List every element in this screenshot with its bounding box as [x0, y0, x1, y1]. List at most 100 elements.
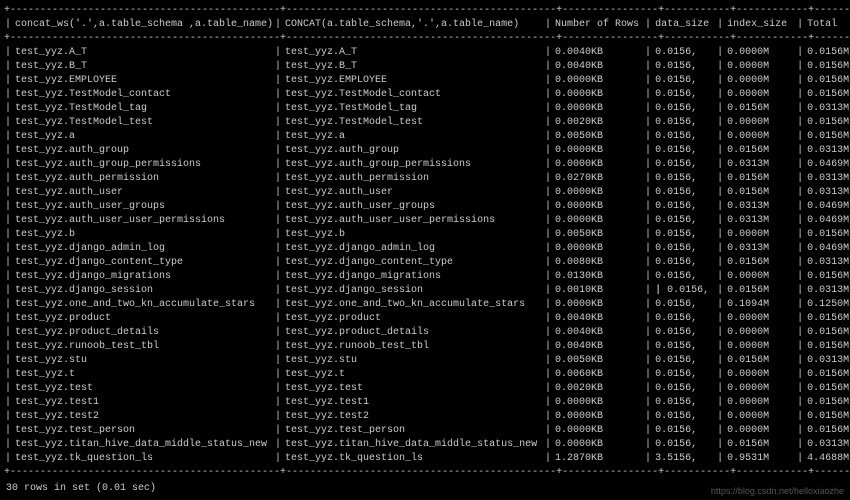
pipe-icon: | — [644, 186, 652, 200]
pipe-icon: | — [4, 368, 12, 382]
pipe-icon: | — [274, 438, 282, 452]
cell-name1: test_yyz.product — [12, 312, 274, 326]
cell-name1: test_yyz.test_person — [12, 424, 274, 438]
pipe-icon: | — [716, 270, 724, 284]
pipe-icon: | — [796, 74, 804, 88]
cell-data-size: 0.0156, — [652, 200, 716, 214]
cell-data-size: 0.0156, — [652, 368, 716, 382]
cell-data-size: 0.0156, — [652, 88, 716, 102]
cell-rows: 0.0020KB — [552, 116, 644, 130]
cell-rows: 0.0000KB — [552, 242, 644, 256]
table-row: |test_yyz.django_migrations|test_yyz.dja… — [4, 270, 846, 284]
pipe-icon: | — [796, 242, 804, 256]
cell-rows: 0.0000KB — [552, 298, 644, 312]
cell-index-size: 0.0156M — [724, 102, 796, 116]
pipe-icon: | — [796, 382, 804, 396]
cell-name2: test_yyz.auth_user_groups — [282, 200, 544, 214]
pipe-icon: | — [544, 312, 552, 326]
table-row: |test_yyz.TestModel_test|test_yyz.TestMo… — [4, 116, 846, 130]
pipe-icon: | — [544, 186, 552, 200]
cell-name2: test_yyz.auth_user_user_permissions — [282, 214, 544, 228]
pipe-icon: | — [716, 214, 724, 228]
cell-name1: test_yyz.test2 — [12, 410, 274, 424]
cell-data-size: 0.0156, — [652, 340, 716, 354]
cell-name1: test_yyz.django_admin_log — [12, 242, 274, 256]
cell-name2: test_yyz.A_T — [282, 46, 544, 60]
pipe-icon: | — [644, 60, 652, 74]
cell-data-size: 0.0156, — [652, 396, 716, 410]
pipe-icon: | — [544, 88, 552, 102]
pipe-icon: | — [796, 354, 804, 368]
cell-name1: test_yyz.tk_question_ls — [12, 452, 274, 466]
pipe-icon: | — [796, 452, 804, 466]
cell-rows: 0.0000KB — [552, 200, 644, 214]
cell-index-size: 0.0000M — [724, 312, 796, 326]
cell-data-size: | 0.0156, — [652, 284, 716, 298]
cell-rows: 0.0000KB — [552, 102, 644, 116]
table-divider-bottom: +---------------------------------------… — [4, 466, 846, 480]
cell-rows: 0.0000KB — [552, 186, 644, 200]
cell-index-size: 0.0313M — [724, 200, 796, 214]
pipe-icon: | — [644, 354, 652, 368]
cell-data-size: 0.0156, — [652, 256, 716, 270]
table-row: |test_yyz.auth_permission|test_yyz.auth_… — [4, 172, 846, 186]
pipe-icon: | — [644, 396, 652, 410]
table-row: |test_yyz.EMPLOYEE|test_yyz.EMPLOYEE|0.0… — [4, 74, 846, 88]
pipe-icon: | — [274, 326, 282, 340]
table-row: |test_yyz.TestModel_tag|test_yyz.TestMod… — [4, 102, 846, 116]
cell-rows: 0.0000KB — [552, 88, 644, 102]
pipe-icon: | — [4, 200, 12, 214]
pipe-icon: | — [4, 424, 12, 438]
cell-total: 0.0313M — [804, 172, 850, 186]
pipe-icon: | — [644, 438, 652, 452]
watermark-label: https://blog.csdn.net/helloxiaozhe — [711, 485, 844, 498]
cell-name2: test_yyz.test1 — [282, 396, 544, 410]
cell-name1: test_yyz.TestModel_tag — [12, 102, 274, 116]
pipe-icon: | — [4, 354, 12, 368]
table-row: |test_yyz.test|test_yyz.test|0.0020KB|0.… — [4, 382, 846, 396]
table-row: |test_yyz.titan_hive_data_middle_status_… — [4, 438, 846, 452]
cell-data-size: 0.0156, — [652, 130, 716, 144]
table-row: |test_yyz.tk_question_ls|test_yyz.tk_que… — [4, 452, 846, 466]
cell-rows: 0.0040KB — [552, 312, 644, 326]
pipe-icon: | — [796, 144, 804, 158]
table-row: |test_yyz.A_T|test_yyz.A_T|0.0040KB|0.01… — [4, 46, 846, 60]
col-header-concat: CONCAT(a.table_schema,'.',a.table_name) — [282, 18, 544, 32]
cell-rows: 0.0050KB — [552, 228, 644, 242]
pipe-icon: | — [716, 144, 724, 158]
pipe-icon: | — [274, 88, 282, 102]
cell-total: 0.0469M — [804, 158, 850, 172]
cell-name1: test_yyz.django_content_type — [12, 256, 274, 270]
cell-data-size: 0.0156, — [652, 172, 716, 186]
pipe-icon: | — [4, 214, 12, 228]
cell-name2: test_yyz.tk_question_ls — [282, 452, 544, 466]
pipe-icon: | — [544, 256, 552, 270]
cell-total: 0.0156M — [804, 46, 850, 60]
cell-name1: test_yyz.B_T — [12, 60, 274, 74]
cell-name2: test_yyz.product — [282, 312, 544, 326]
pipe-icon: | — [544, 340, 552, 354]
cell-name2: test_yyz.test2 — [282, 410, 544, 424]
pipe-icon: | — [796, 256, 804, 270]
pipe-icon: | — [716, 312, 724, 326]
cell-data-size: 3.5156, — [652, 452, 716, 466]
pipe-icon: | — [544, 354, 552, 368]
pipe-icon: | — [716, 326, 724, 340]
cell-total: 0.0156M — [804, 368, 850, 382]
cell-name1: test_yyz.auth_permission — [12, 172, 274, 186]
pipe-icon: | — [716, 424, 724, 438]
cell-data-size: 0.0156, — [652, 382, 716, 396]
cell-total: 0.0156M — [804, 88, 850, 102]
cell-total: 0.0156M — [804, 312, 850, 326]
pipe-icon: | — [544, 172, 552, 186]
cell-data-size: 0.0156, — [652, 102, 716, 116]
table-row: |test_yyz.test1|test_yyz.test1|0.0000KB|… — [4, 396, 846, 410]
pipe-icon: | — [274, 312, 282, 326]
pipe-icon: | — [274, 144, 282, 158]
cell-name1: test_yyz.auth_user_groups — [12, 200, 274, 214]
cell-total: 4.4688M — [804, 452, 850, 466]
cell-data-size: 0.0156, — [652, 74, 716, 88]
pipe-icon: | — [644, 256, 652, 270]
cell-name1: test_yyz.one_and_two_kn_accumulate_stars — [12, 298, 274, 312]
pipe-icon: | — [796, 438, 804, 452]
